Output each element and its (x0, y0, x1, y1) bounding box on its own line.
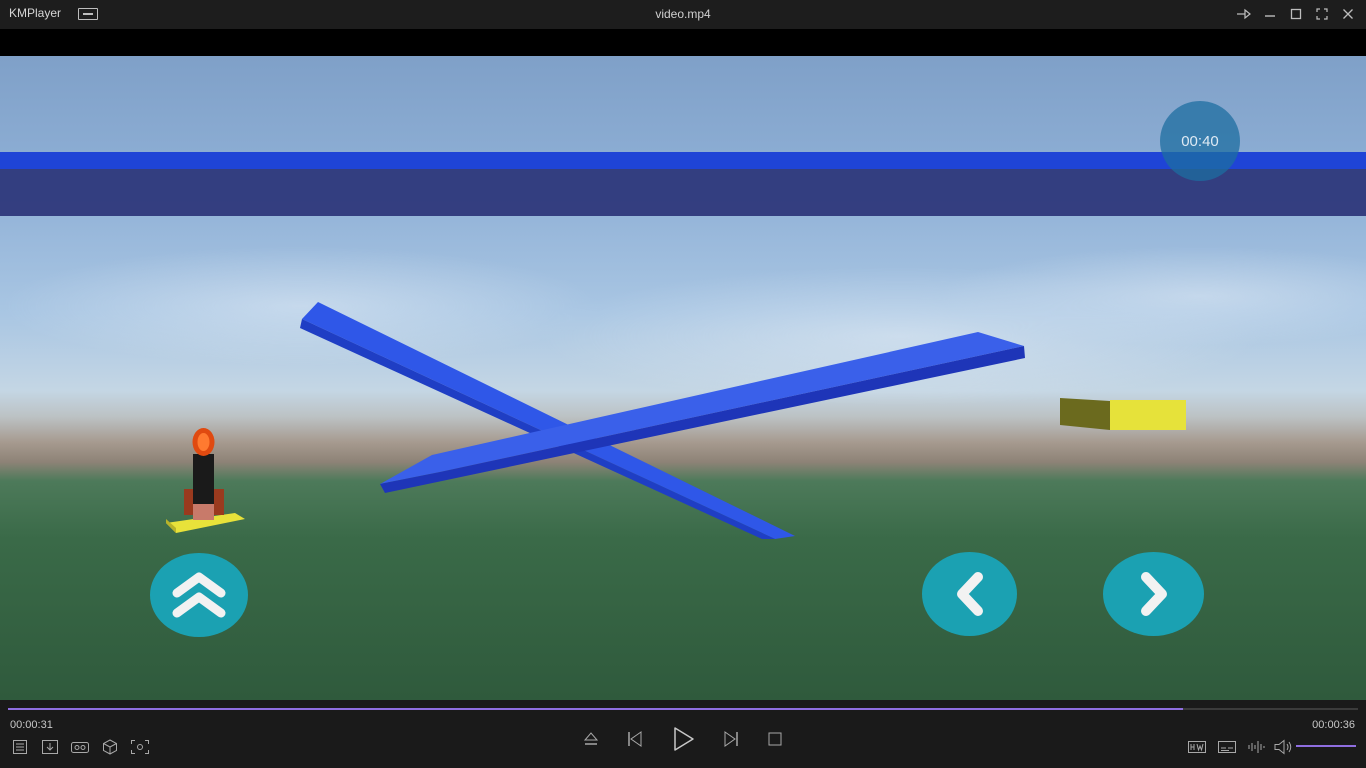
playlist-icon[interactable] (11, 738, 29, 756)
title-bar[interactable]: KMPlayer video.mp4 (0, 0, 1366, 29)
chevron-left-icon (956, 572, 983, 616)
close-icon[interactable] (1338, 4, 1358, 24)
capture-icon[interactable] (129, 738, 151, 756)
countdown-timer: 00:40 (1160, 101, 1240, 181)
minimize-icon[interactable] (1260, 4, 1280, 24)
previous-icon[interactable] (624, 729, 646, 749)
hw-decoder-icon[interactable] (1186, 738, 1208, 756)
vr-icon[interactable] (69, 738, 91, 756)
blue-beam-right (380, 332, 1025, 493)
download-icon[interactable] (40, 738, 60, 756)
volume-icon[interactable] (1272, 738, 1294, 756)
fullscreen-icon[interactable] (1312, 4, 1332, 24)
steer-right-button[interactable] (1103, 552, 1204, 636)
volume-slider[interactable] (1296, 745, 1356, 747)
window-title: video.mp4 (655, 7, 711, 21)
stop-icon[interactable] (765, 729, 785, 749)
total-time: 00:00:36 (1312, 719, 1355, 731)
subtitle-icon[interactable] (1216, 738, 1238, 756)
video-area[interactable]: 00:40 (0, 56, 1366, 700)
pin-icon[interactable] (1234, 4, 1254, 24)
kmplayer-window: KMPlayer video.mp4 00:40 00:00:31 00:00:… (0, 0, 1366, 768)
double-chevron-up-icon (172, 572, 226, 618)
next-icon[interactable] (720, 729, 742, 749)
chevron-right-icon (1140, 572, 1167, 616)
eject-icon[interactable] (581, 729, 601, 749)
thrust-up-button[interactable] (150, 553, 248, 637)
seek-bar[interactable] (8, 708, 1358, 710)
cube-icon[interactable] (101, 738, 119, 756)
maximize-icon[interactable] (1286, 4, 1306, 24)
current-time: 00:00:31 (10, 719, 53, 731)
yellow-block (1060, 398, 1186, 430)
letterbox-top (0, 29, 1366, 56)
equalizer-icon[interactable] (1246, 738, 1268, 756)
window-controls (1234, 4, 1358, 24)
rocket (166, 428, 245, 533)
steer-left-button[interactable] (922, 552, 1017, 636)
play-icon[interactable] (669, 724, 697, 754)
seek-progress (8, 708, 1183, 710)
control-bar: 00:00:31 00:00:36 (0, 700, 1366, 768)
